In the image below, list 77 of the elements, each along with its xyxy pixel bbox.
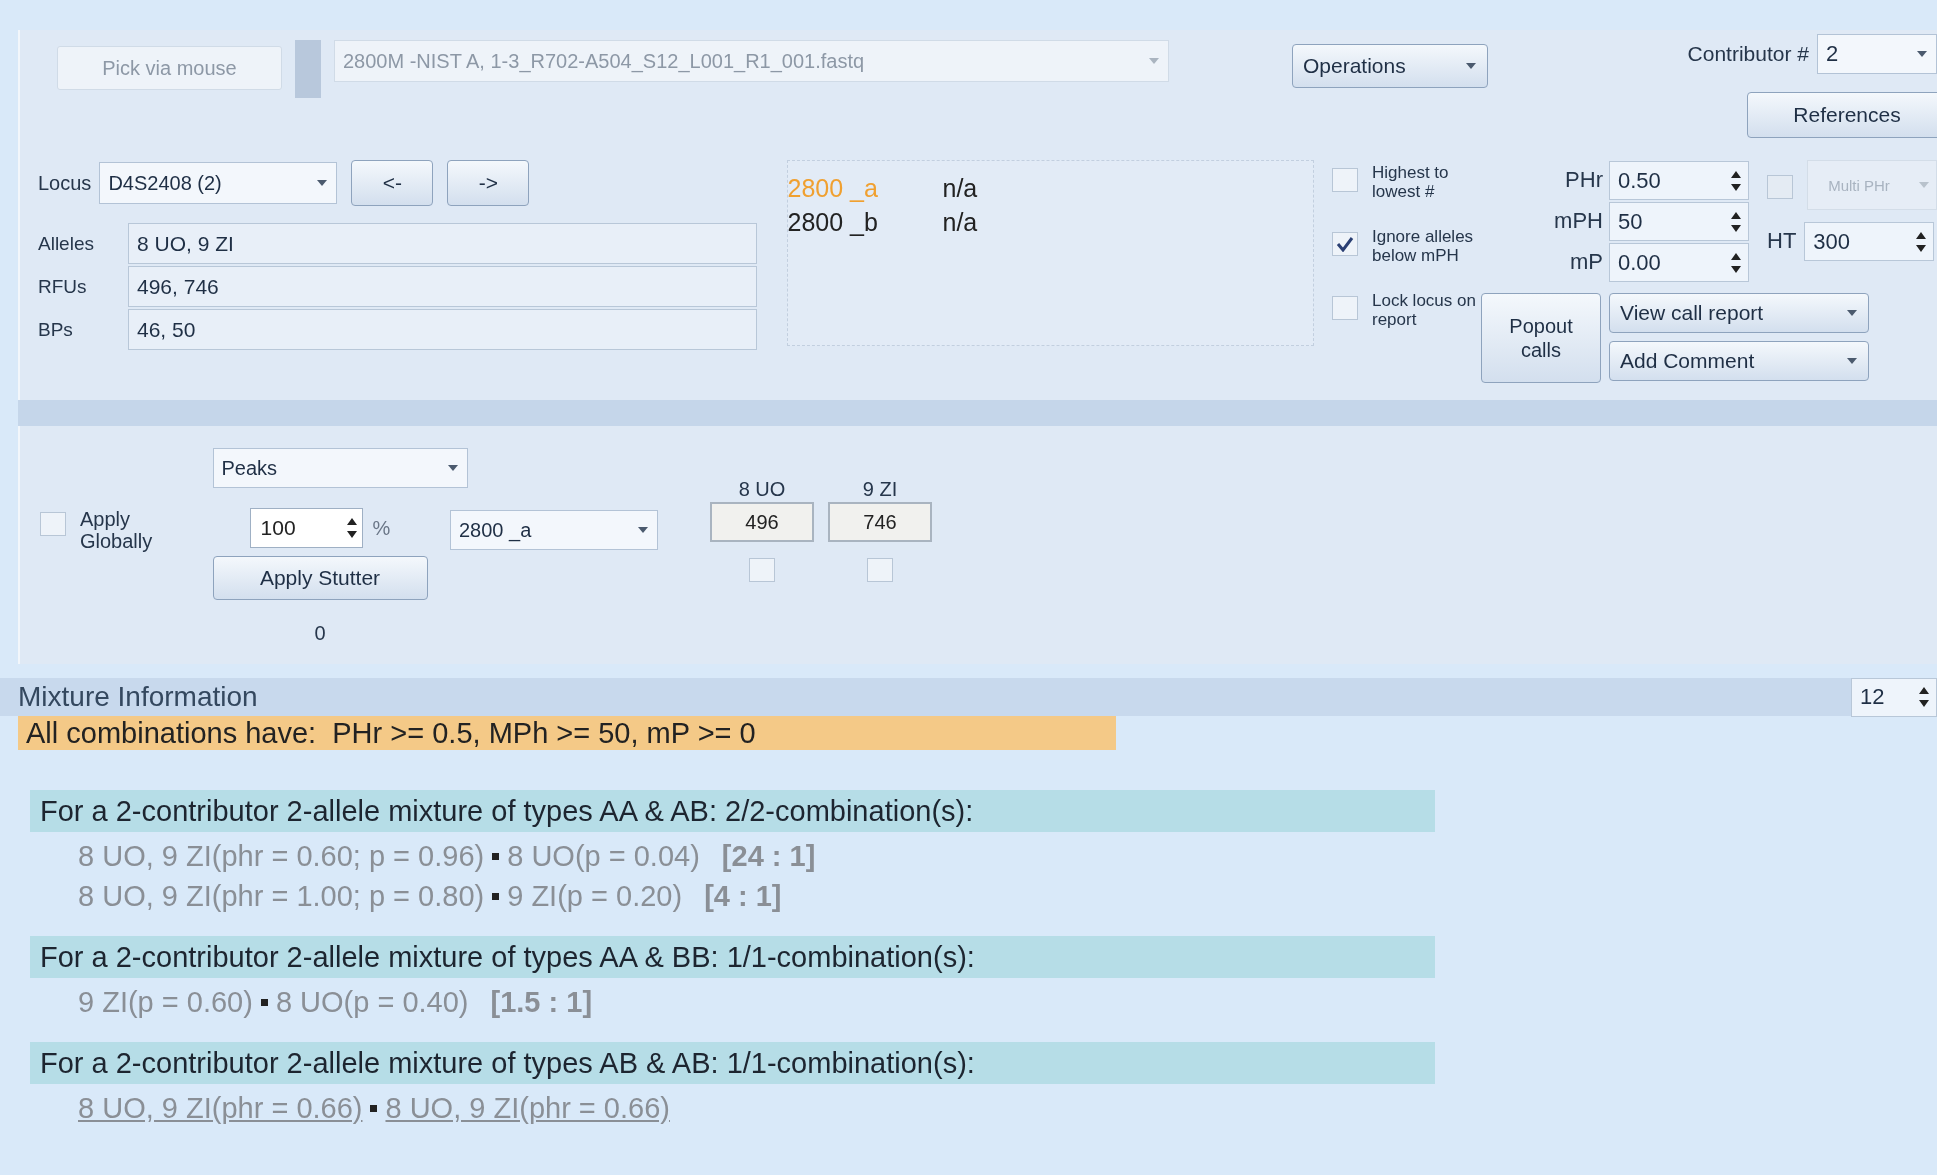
sample-call: n/a: [942, 173, 978, 203]
previous-button[interactable]: <-: [351, 160, 434, 206]
combination-text: 9 ZI(p = 0.60): [78, 985, 253, 1019]
field-label: BPs: [38, 318, 74, 341]
ratio-text: [1.5 : 1]: [490, 985, 593, 1019]
combination-text: 8 UO(p = 0.40): [275, 985, 469, 1019]
caret-icon: [1465, 62, 1477, 70]
field-label: RFUs: [38, 275, 88, 298]
value-field[interactable]: 496, 746: [128, 266, 757, 307]
percent-unit: %: [372, 517, 391, 539]
ratio-text: [4 : 1]: [704, 879, 782, 913]
threshold-spinner[interactable]: 0.00: [1609, 243, 1749, 282]
mixture-title: Mixture Information: [18, 681, 258, 713]
caret-icon: [637, 526, 649, 534]
allele-label: 8 UO: [738, 478, 786, 500]
combination-text: 8 UO, 9 ZI(phr = 1.00; p = 0.80): [78, 879, 485, 913]
caret-icon: [1846, 357, 1858, 365]
apply-stutter-button[interactable]: Apply Stutter: [212, 556, 428, 600]
view-call-report-button[interactable]: View call report: [1609, 293, 1869, 333]
stutter-count: 0: [314, 622, 326, 645]
option-label: Lock locus on report: [1371, 292, 1477, 330]
ht-label: HT: [1767, 229, 1797, 254]
ht-spinner[interactable]: 300: [1804, 222, 1935, 261]
bullet-icon: [260, 998, 268, 1006]
field-label: Alleles: [38, 232, 95, 255]
sample-dropdown[interactable]: 2800 _a: [450, 510, 658, 550]
value-field[interactable]: 8 UO, 9 ZI: [128, 223, 757, 264]
threshold-spinner[interactable]: 50: [1609, 202, 1749, 241]
rfu-value: 746: [828, 502, 932, 542]
value-field[interactable]: 46, 50: [128, 309, 757, 350]
caret-icon: [1846, 309, 1858, 317]
checkbox[interactable]: [40, 512, 66, 536]
caret-icon: [446, 464, 459, 472]
checkbox[interactable]: [1331, 168, 1358, 192]
next-button[interactable]: ->: [447, 160, 530, 206]
group-heading: For a 2-contributor 2-allele mixture of types AA & BB: 1/1-combination(s):: [30, 936, 1435, 978]
combination-text: 8 UO(p = 0.04): [507, 839, 700, 873]
threshold-label: mP: [1569, 250, 1603, 275]
bullet-icon: [370, 1104, 378, 1112]
rfu-value: 496: [710, 502, 814, 542]
locus-label: Locus: [38, 172, 92, 194]
contributor-dropdown[interactable]: 2: [1817, 34, 1937, 74]
threshold-label: PHr: [1564, 168, 1603, 193]
caret-icon: [1916, 50, 1928, 58]
references-button[interactable]: References: [1747, 92, 1937, 138]
threshold-label: mPH: [1553, 209, 1603, 234]
locus-dropdown[interactable]: D4S2408 (2): [99, 162, 338, 204]
checkbox[interactable]: [867, 558, 893, 582]
grip-bar: [295, 40, 321, 98]
add-comment-button[interactable]: Add Comment: [1609, 341, 1869, 381]
threshold-spinner[interactable]: 0.50: [1609, 161, 1749, 200]
bullet-icon: [492, 852, 500, 860]
percent-spinner[interactable]: 100: [249, 508, 363, 548]
ratio-text: [24 : 1]: [721, 839, 816, 873]
option-label: Ignore alleles below mPH: [1371, 228, 1475, 266]
contributor-label: Contributor #: [1687, 42, 1809, 66]
option-label: Highest to lowest #: [1371, 164, 1450, 202]
bullet-icon: [492, 892, 500, 900]
caret-icon: [316, 179, 329, 187]
combination-text: 8 UO, 9 ZI(phr = 0.60; p = 0.96): [78, 839, 485, 873]
mixture-spinner[interactable]: 12: [1851, 677, 1937, 717]
sample-call: n/a: [942, 207, 978, 237]
summary-banner: All combinations have: PHr >= 0.5, MPh >= 50, mP >= 0: [18, 716, 1116, 750]
combination-text: 9 ZI(p = 0.20): [507, 879, 683, 913]
operations-button[interactable]: Operations: [1292, 44, 1488, 88]
caret-icon: [1148, 57, 1160, 65]
apply-globally-label: Apply Globally: [80, 508, 154, 552]
checkbox[interactable]: [1331, 296, 1358, 320]
sample-name[interactable]: 2800 _b: [787, 207, 943, 237]
popout-calls-button[interactable]: Popout calls: [1481, 293, 1601, 383]
group-heading: For a 2-contributor 2-allele mixture of types AA & AB: 2/2-combination(s):: [30, 790, 1435, 832]
caret-icon: [1918, 181, 1930, 189]
checkbox[interactable]: [1331, 232, 1358, 256]
checkbox[interactable]: [749, 558, 775, 582]
group-heading: For a 2-contributor 2-allele mixture of types AB & AB: 1/1-combination(s):: [30, 1042, 1435, 1084]
allele-label: 9 ZI: [862, 478, 898, 500]
peaks-dropdown[interactable]: Peaks: [212, 448, 468, 488]
